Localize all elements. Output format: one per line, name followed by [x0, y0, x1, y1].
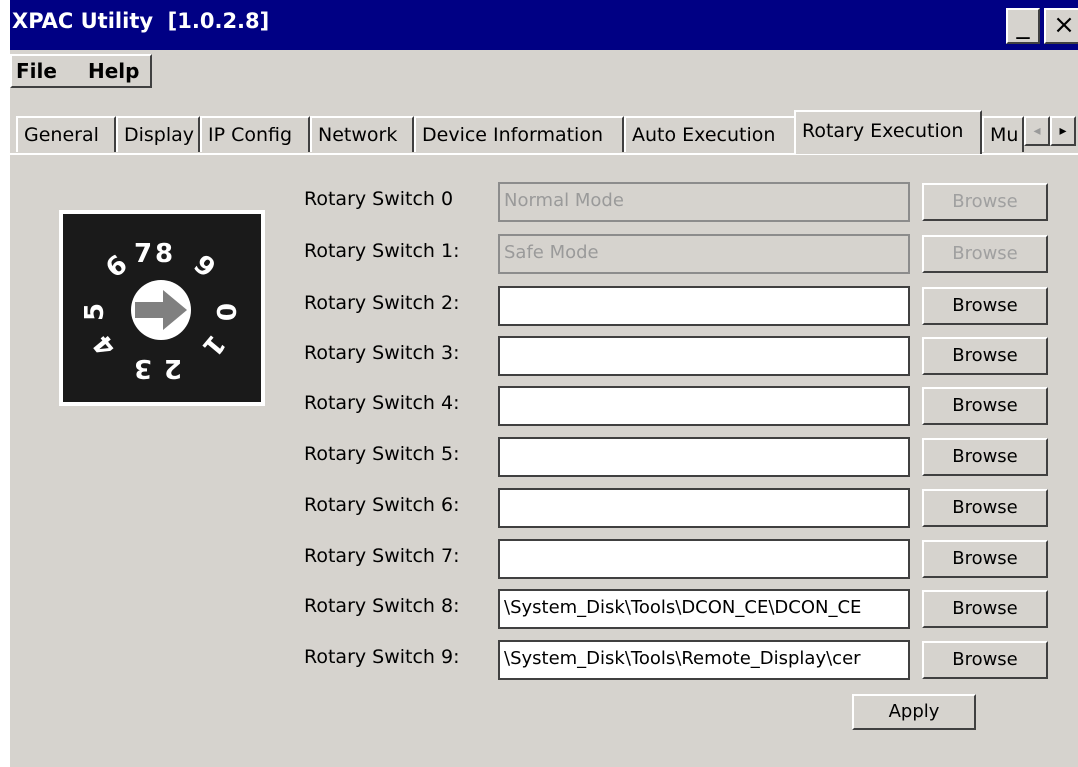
app-window: XPAC Utility [1.0.2.8] _ × File Help Gen… — [8, 0, 1078, 767]
rotary-switch-2-label: Rotary Switch 2: — [304, 292, 460, 314]
window-title: XPAC Utility [1.0.2.8] — [12, 9, 270, 33]
rotary-switch-4-path-input[interactable] — [498, 386, 910, 426]
rotary-switch-9-browse-button[interactable]: Browse — [922, 641, 1048, 679]
rotary-switch-0-path-input: Normal Mode — [498, 182, 910, 222]
rotary-switch-4-browse-button[interactable]: Browse — [922, 387, 1048, 425]
rotary-switch-5-label: Rotary Switch 5: — [304, 443, 460, 465]
rotary-switch-9-path-input[interactable]: \System_Disk\Tools\Remote_Display\cer — [498, 640, 910, 680]
rotary-switch-6-path-input[interactable] — [498, 488, 910, 528]
minimize-icon: _ — [1016, 10, 1030, 40]
tab-more[interactable]: Mu — [982, 116, 1024, 152]
rotary-switch-2-path-input[interactable] — [498, 286, 910, 326]
dial-digit-3: 3 — [134, 353, 152, 383]
rotary-switch-3-browse-button[interactable]: Browse — [922, 337, 1048, 375]
tab-scroll-left-button[interactable]: ◂ — [1024, 116, 1050, 146]
arrow-right-icon: ▸ — [1059, 123, 1067, 139]
close-button[interactable]: × — [1044, 8, 1078, 44]
dial-digit-0: 0 — [210, 303, 240, 321]
rotary-switch-3-path-input[interactable] — [498, 336, 910, 376]
menu-bar: File Help — [10, 50, 1078, 94]
menu-help[interactable]: Help — [88, 59, 139, 83]
rotary-switch-8-path-input[interactable]: \System_Disk\Tools\DCON_CE\DCON_CE — [498, 589, 910, 629]
rotary-switch-0-label: Rotary Switch 0 — [304, 188, 454, 210]
rotary-switch-2-browse-button[interactable]: Browse — [922, 287, 1048, 325]
tab-device-information[interactable]: Device Information — [414, 116, 624, 152]
dial-digit-7: 7 — [134, 239, 152, 269]
rotary-switch-5-path-input[interactable] — [498, 437, 910, 477]
dial-digit-5: 5 — [80, 303, 110, 321]
rotary-switch-8-label: Rotary Switch 8: — [304, 595, 460, 617]
title-bar[interactable]: XPAC Utility [1.0.2.8] _ × — [10, 0, 1078, 50]
rotary-switch-4-label: Rotary Switch 4: — [304, 392, 460, 414]
minimize-button[interactable]: _ — [1006, 8, 1040, 44]
rotary-switch-1-path-input: Safe Mode — [498, 234, 910, 274]
apply-button[interactable]: Apply — [852, 694, 976, 730]
rotary-switch-8-browse-button[interactable]: Browse — [922, 590, 1048, 628]
close-icon: × — [1053, 10, 1075, 40]
tab-scroll-right-button[interactable]: ▸ — [1050, 116, 1076, 146]
tab-display[interactable]: Display — [116, 116, 200, 152]
rotary-switch-7-browse-button[interactable]: Browse — [922, 540, 1048, 578]
arrow-left-icon: ◂ — [1033, 123, 1041, 139]
tab-auto-execution[interactable]: Auto Execution — [624, 116, 796, 152]
menu-group: File Help — [10, 54, 152, 88]
rotary-switch-9-label: Rotary Switch 9: — [304, 646, 460, 668]
rotary-switch-5-browse-button[interactable]: Browse — [922, 438, 1048, 476]
rotary-switch-7-path-input[interactable] — [498, 539, 910, 579]
rotary-switch-1-browse-button: Browse — [922, 235, 1048, 273]
rotary-switch-6-browse-button[interactable]: Browse — [922, 489, 1048, 527]
menu-file[interactable]: File — [16, 59, 57, 83]
tab-strip: General Display IP Config Network Device… — [10, 104, 1078, 154]
tab-general[interactable]: General — [16, 116, 116, 152]
rotary-switch-3-label: Rotary Switch 3: — [304, 342, 460, 364]
tab-ip-config[interactable]: IP Config — [200, 116, 310, 152]
dial-digit-8: 8 — [155, 239, 173, 269]
rotary-switch-1-label: Rotary Switch 1: — [304, 240, 460, 262]
tab-network[interactable]: Network — [310, 116, 414, 152]
rotary-switch-7-label: Rotary Switch 7: — [304, 545, 460, 567]
dial-digit-2: 2 — [164, 353, 182, 383]
rotary-switch-dial-icon: 8 7 6 5 4 3 2 1 0 9 — [59, 210, 265, 406]
rotary-switch-6-label: Rotary Switch 6: — [304, 494, 460, 516]
rotary-switch-0-browse-button: Browse — [922, 183, 1048, 221]
tab-rotary-execution[interactable]: Rotary Execution — [794, 110, 982, 154]
